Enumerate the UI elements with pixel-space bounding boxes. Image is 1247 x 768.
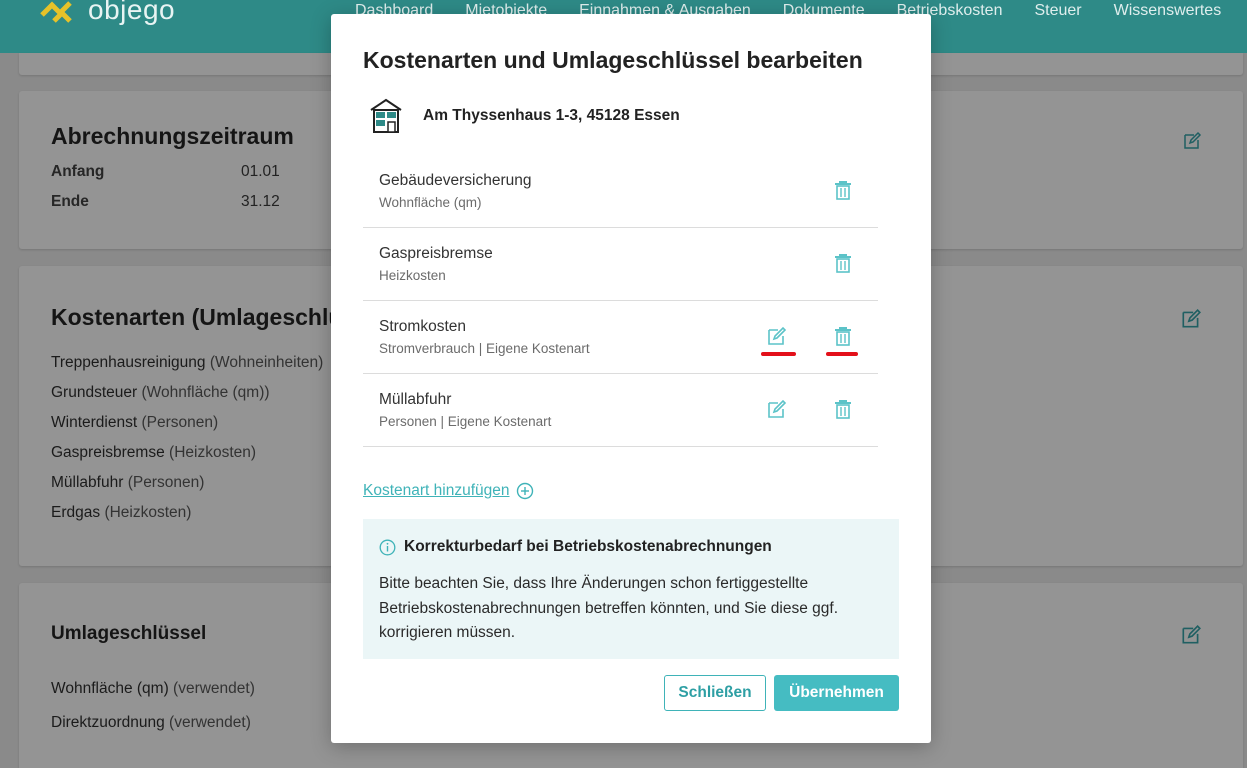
cost-type-row: Grundsteuer (Wohnfläche (qm)) [51, 384, 270, 401]
trash-icon [835, 181, 851, 200]
edit-icon[interactable] [1180, 624, 1202, 646]
cost-type-key: Wohnfläche (qm) [379, 195, 482, 210]
add-cost-type-label: Kostenart hinzufügen [363, 482, 510, 499]
period-start-label: Anfang [51, 163, 105, 180]
cost-types-list[interactable]: Gebäudeversicherung Wohnfläche (qm) Gasp… [363, 155, 900, 455]
info-title: Korrekturbedarf bei Betriebskostenabrech… [404, 538, 772, 555]
allocation-key-row: Wohnfläche (qm) (verwendet) [51, 680, 255, 697]
property-address: Am Thyssenhaus 1-3, 45128 Essen [423, 107, 680, 124]
cost-types-title: Kostenarten (Umlageschlü [51, 304, 343, 330]
edit-cost-types-modal: Kostenarten und Umlageschlüssel bearbeit… [331, 14, 931, 743]
delete-button[interactable] [832, 179, 854, 201]
allocation-keys-title: Umlageschlüssel [51, 623, 207, 644]
list-item: Stromkosten Stromverbrauch | Eigene Kost… [363, 301, 878, 374]
cost-type-row: Treppenhausreinigung (Wohneinheiten) [51, 354, 324, 371]
edit-icon[interactable] [1182, 131, 1202, 151]
highlight-underline [761, 352, 796, 356]
edit-icon [768, 326, 787, 345]
info-icon [379, 539, 396, 555]
cost-type-row: Müllabfuhr (Personen) [51, 474, 205, 491]
close-button[interactable]: Schließen [664, 675, 766, 711]
highlight-underline [826, 352, 858, 356]
property-header: Am Thyssenhaus 1-3, 45128 Essen [369, 98, 680, 134]
trash-icon [835, 254, 851, 273]
cost-type-key: Heizkosten [379, 268, 446, 283]
cost-type-key: Stromverbrauch | Eigene Kostenart [379, 341, 590, 356]
info-text: Bitte beachten Sie, dass Ihre Änderungen… [379, 575, 839, 641]
logo-icon [40, 1, 72, 23]
cost-type-row: Erdgas (Heizkosten) [51, 504, 192, 521]
objego-logo[interactable]: objego [40, 0, 175, 26]
info-box: Korrekturbedarf bei Betriebskostenabrech… [363, 519, 899, 659]
trash-icon [835, 400, 851, 419]
trash-icon [835, 327, 851, 346]
cost-type-row: Gaspreisbremse (Heizkosten) [51, 444, 257, 461]
edit-button[interactable] [766, 398, 788, 420]
info-header: Korrekturbedarf bei Betriebskostenabrech… [379, 538, 772, 556]
modal-title: Kostenarten und Umlageschlüssel bearbeit… [363, 47, 863, 73]
list-item: Gebäudeversicherung Wohnfläche (qm) [363, 155, 878, 228]
nav-steuer[interactable]: Steuer [1034, 2, 1081, 20]
edit-icon[interactable] [1180, 308, 1202, 330]
period-end-label: Ende [51, 193, 89, 210]
delete-button[interactable] [832, 252, 854, 274]
nav-wissenswertes[interactable]: Wissenswertes [1114, 2, 1222, 20]
add-cost-type-link[interactable]: Kostenart hinzufügen [363, 482, 534, 500]
period-end-value: 31.12 [241, 193, 280, 210]
cost-type-name: Stromkosten [379, 318, 467, 335]
list-item: Gaspreisbremse Heizkosten [363, 228, 878, 301]
edit-icon [768, 399, 787, 418]
delete-button[interactable] [832, 398, 854, 420]
cost-type-key: Personen | Eigene Kostenart [379, 414, 552, 429]
list-item: Müllabfuhr Personen | Eigene Kostenart [363, 374, 878, 447]
house-icon [370, 98, 402, 133]
cost-type-row: Winterdienst (Personen) [51, 414, 219, 431]
cost-type-name: Gaspreisbremse [379, 245, 493, 262]
period-start-value: 01.01 [241, 163, 280, 180]
period-title: Abrechnungszeitraum [51, 123, 294, 149]
delete-button[interactable] [832, 325, 854, 347]
cost-type-name: Gebäudeversicherung [379, 172, 532, 189]
allocation-key-row: Direktzuordnung (verwendet) [51, 714, 251, 731]
plus-circle-icon [516, 482, 533, 500]
cost-type-name: Müllabfuhr [379, 391, 452, 408]
edit-button[interactable] [766, 325, 788, 347]
apply-button[interactable]: Übernehmen [774, 675, 899, 711]
logo-text: objego [88, 0, 176, 25]
